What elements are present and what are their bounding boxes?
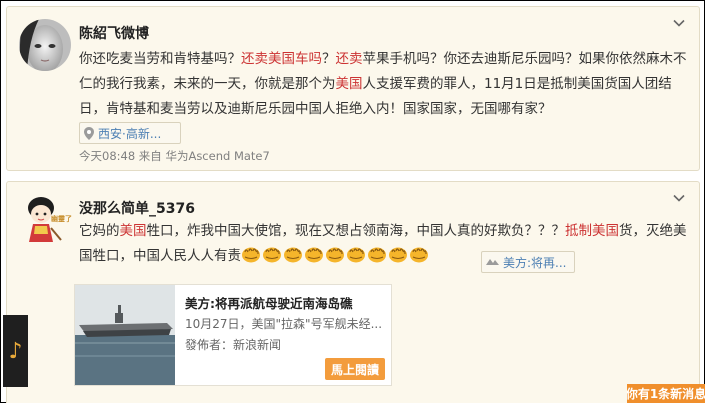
- music-icon[interactable]: ♪: [3, 315, 28, 387]
- link-label: 美方:将再...: [503, 255, 567, 270]
- fist-emoji-icon: [388, 245, 408, 263]
- chevron-down-icon[interactable]: [673, 192, 685, 204]
- weibo-post: 陈紹飞微博 你还吃麦当劳和肯特基吗？还卖美国车吗？还卖苹果手机吗？你还去迪斯尼乐…: [6, 6, 700, 171]
- post-meta[interactable]: 今天08:48 来自 华为Ascend Mate7: [79, 148, 270, 164]
- fist-emoji-icon: [262, 245, 282, 263]
- highlighted-text[interactable]: 抵制美国: [565, 223, 619, 239]
- text-segment: ？: [322, 51, 336, 67]
- fist-emoji-icon: [304, 245, 324, 263]
- article-thumbnail[interactable]: [75, 285, 175, 385]
- fist-emoji-icon: [409, 245, 429, 263]
- avatar[interactable]: 幽靈了: [21, 194, 73, 250]
- highlighted-text[interactable]: 美国: [120, 223, 147, 239]
- fist-emoji-icon: [367, 245, 387, 263]
- text-segment: 你还吃麦当劳和肯特基吗？: [79, 51, 241, 67]
- location-pin-icon: [84, 126, 94, 140]
- avatar[interactable]: [19, 19, 71, 71]
- shared-article-card[interactable]: 美方:将再派航母驶近南海岛礁 10月27日，美国"拉森"号军舰未经... 發佈者…: [74, 284, 392, 386]
- fist-emoji-icon: [241, 245, 261, 263]
- username[interactable]: 陈紹飞微博: [79, 23, 149, 43]
- article-title[interactable]: 美方:将再派航母驶近南海岛礁: [185, 293, 353, 312]
- fist-emoji-icon: [325, 245, 345, 263]
- text-segment: 牲口，炸我中国大使馆，现在又想占领南海，中国人真的好欺负？？？: [146, 223, 566, 239]
- article-description: 10月27日，美国"拉森"号军舰未经...: [185, 317, 383, 331]
- weibo-post: 幽靈了 没那么简单_5376 它妈的美国牲口，炸我中国大使馆，现在又想占领南海，…: [6, 181, 700, 403]
- highlighted-text[interactable]: 还卖美国车吗: [241, 51, 322, 67]
- highlighted-text[interactable]: 美国: [336, 76, 363, 92]
- text-segment: 它妈的: [79, 223, 120, 239]
- fist-emoji-icon: [283, 245, 303, 263]
- link-tag[interactable]: 美方:将再...: [481, 251, 575, 273]
- link-icon: [486, 259, 499, 265]
- avatar-caption: 幽靈了: [51, 215, 72, 223]
- fist-emoji-icon: [346, 245, 366, 263]
- chevron-down-icon[interactable]: [673, 17, 685, 29]
- username[interactable]: 没那么简单_5376: [79, 198, 195, 218]
- read-now-button[interactable]: 馬上閱讀: [325, 358, 385, 380]
- highlighted-text[interactable]: 还卖: [336, 51, 363, 67]
- location-label: 西安·高新...: [98, 126, 162, 141]
- location-tag[interactable]: 西安·高新...: [79, 122, 181, 144]
- new-message-button[interactable]: 你有1条新消息: [627, 384, 705, 403]
- post-text: 它妈的美国牲口，炸我中国大使馆，现在又想占领南海，中国人真的好欺负？？？抵制美国…: [79, 219, 691, 269]
- post-text: 你还吃麦当劳和肯特基吗？还卖美国车吗？还卖苹果手机吗？你还去迪斯尼乐园吗？如果你…: [79, 47, 691, 122]
- article-source: 發佈者：新浪新闻: [185, 338, 282, 352]
